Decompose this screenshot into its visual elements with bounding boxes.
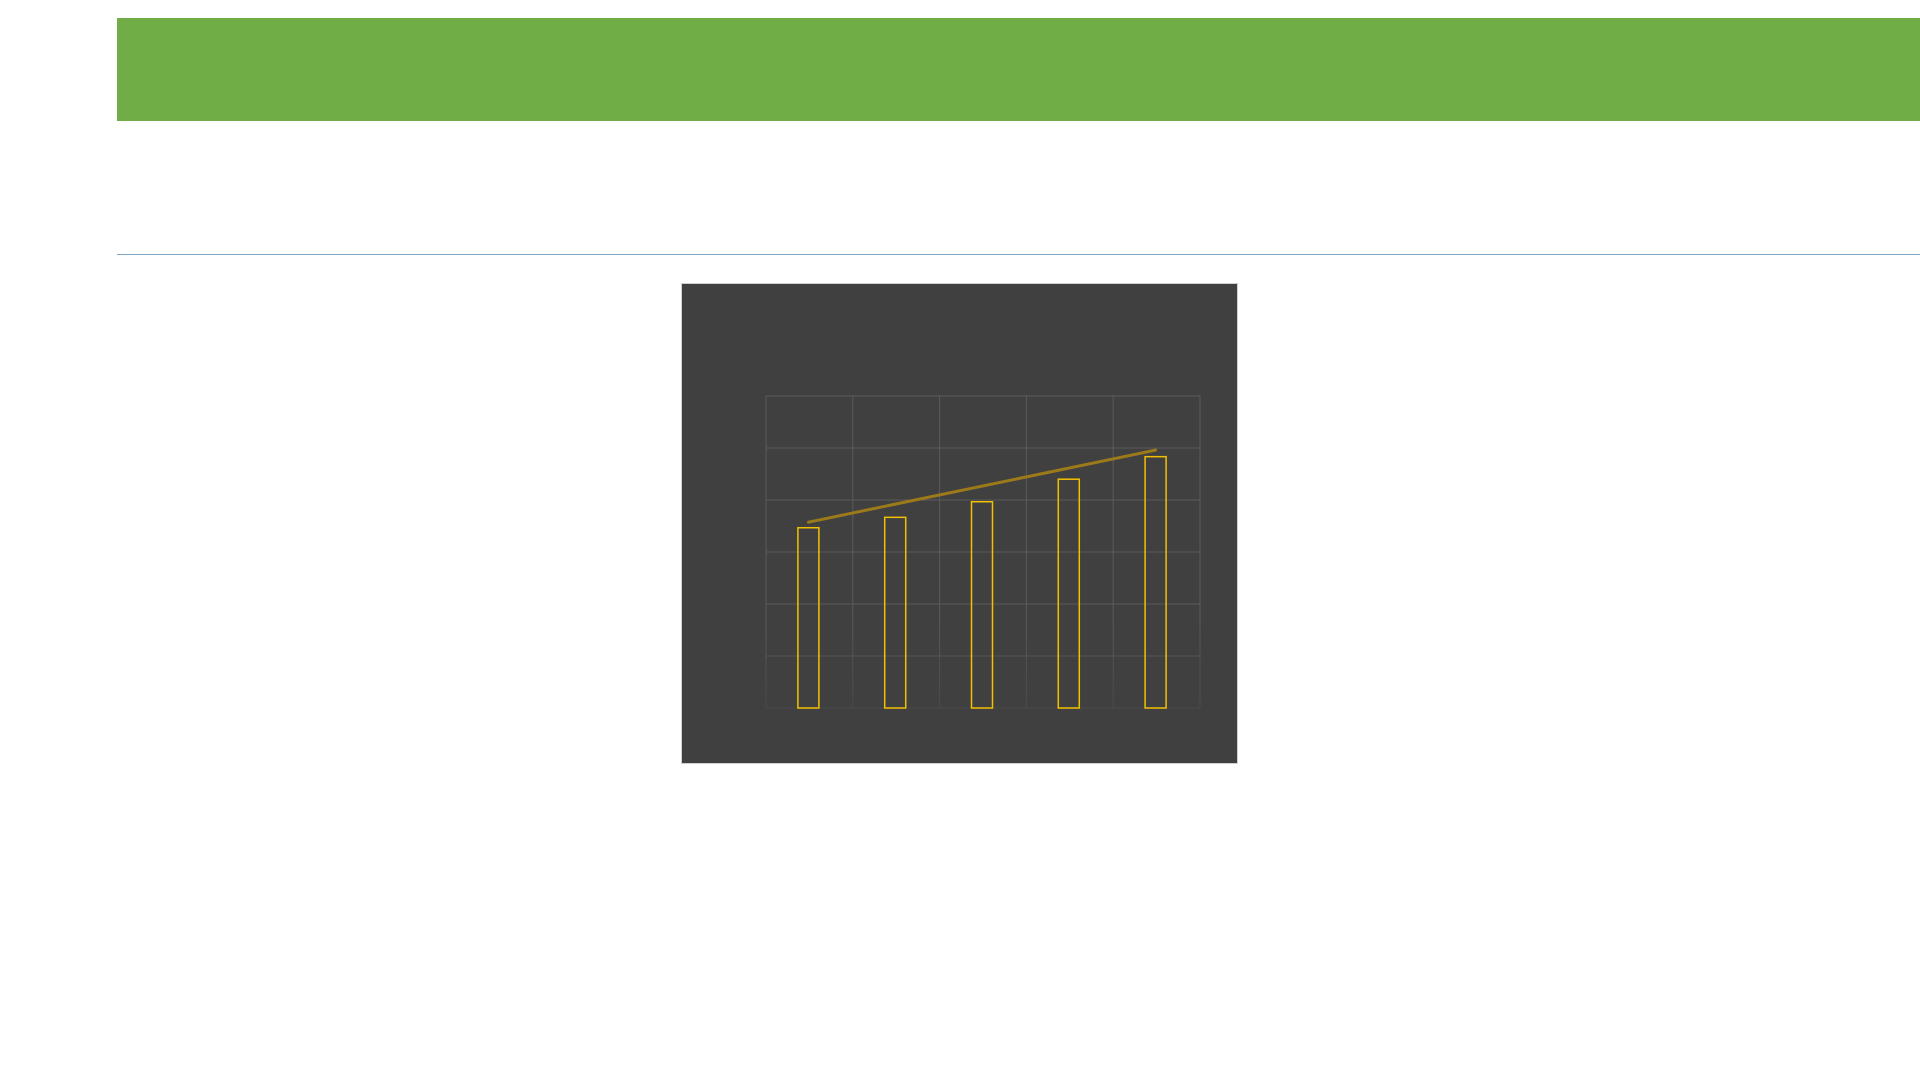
bar: [970, 500, 994, 709]
bar: [883, 516, 907, 709]
chart-trend: [806, 448, 1158, 524]
bar-chart: [765, 395, 1201, 709]
chart-grid: [765, 395, 1201, 709]
page: [0, 0, 1920, 1080]
chart-picture[interactable]: [681, 283, 1238, 764]
trend-line: [806, 448, 1158, 524]
bar: [1057, 478, 1081, 709]
top-banner: [117, 18, 1920, 121]
bar: [797, 526, 820, 709]
header-area: [117, 121, 1920, 255]
bar: [1144, 455, 1167, 709]
